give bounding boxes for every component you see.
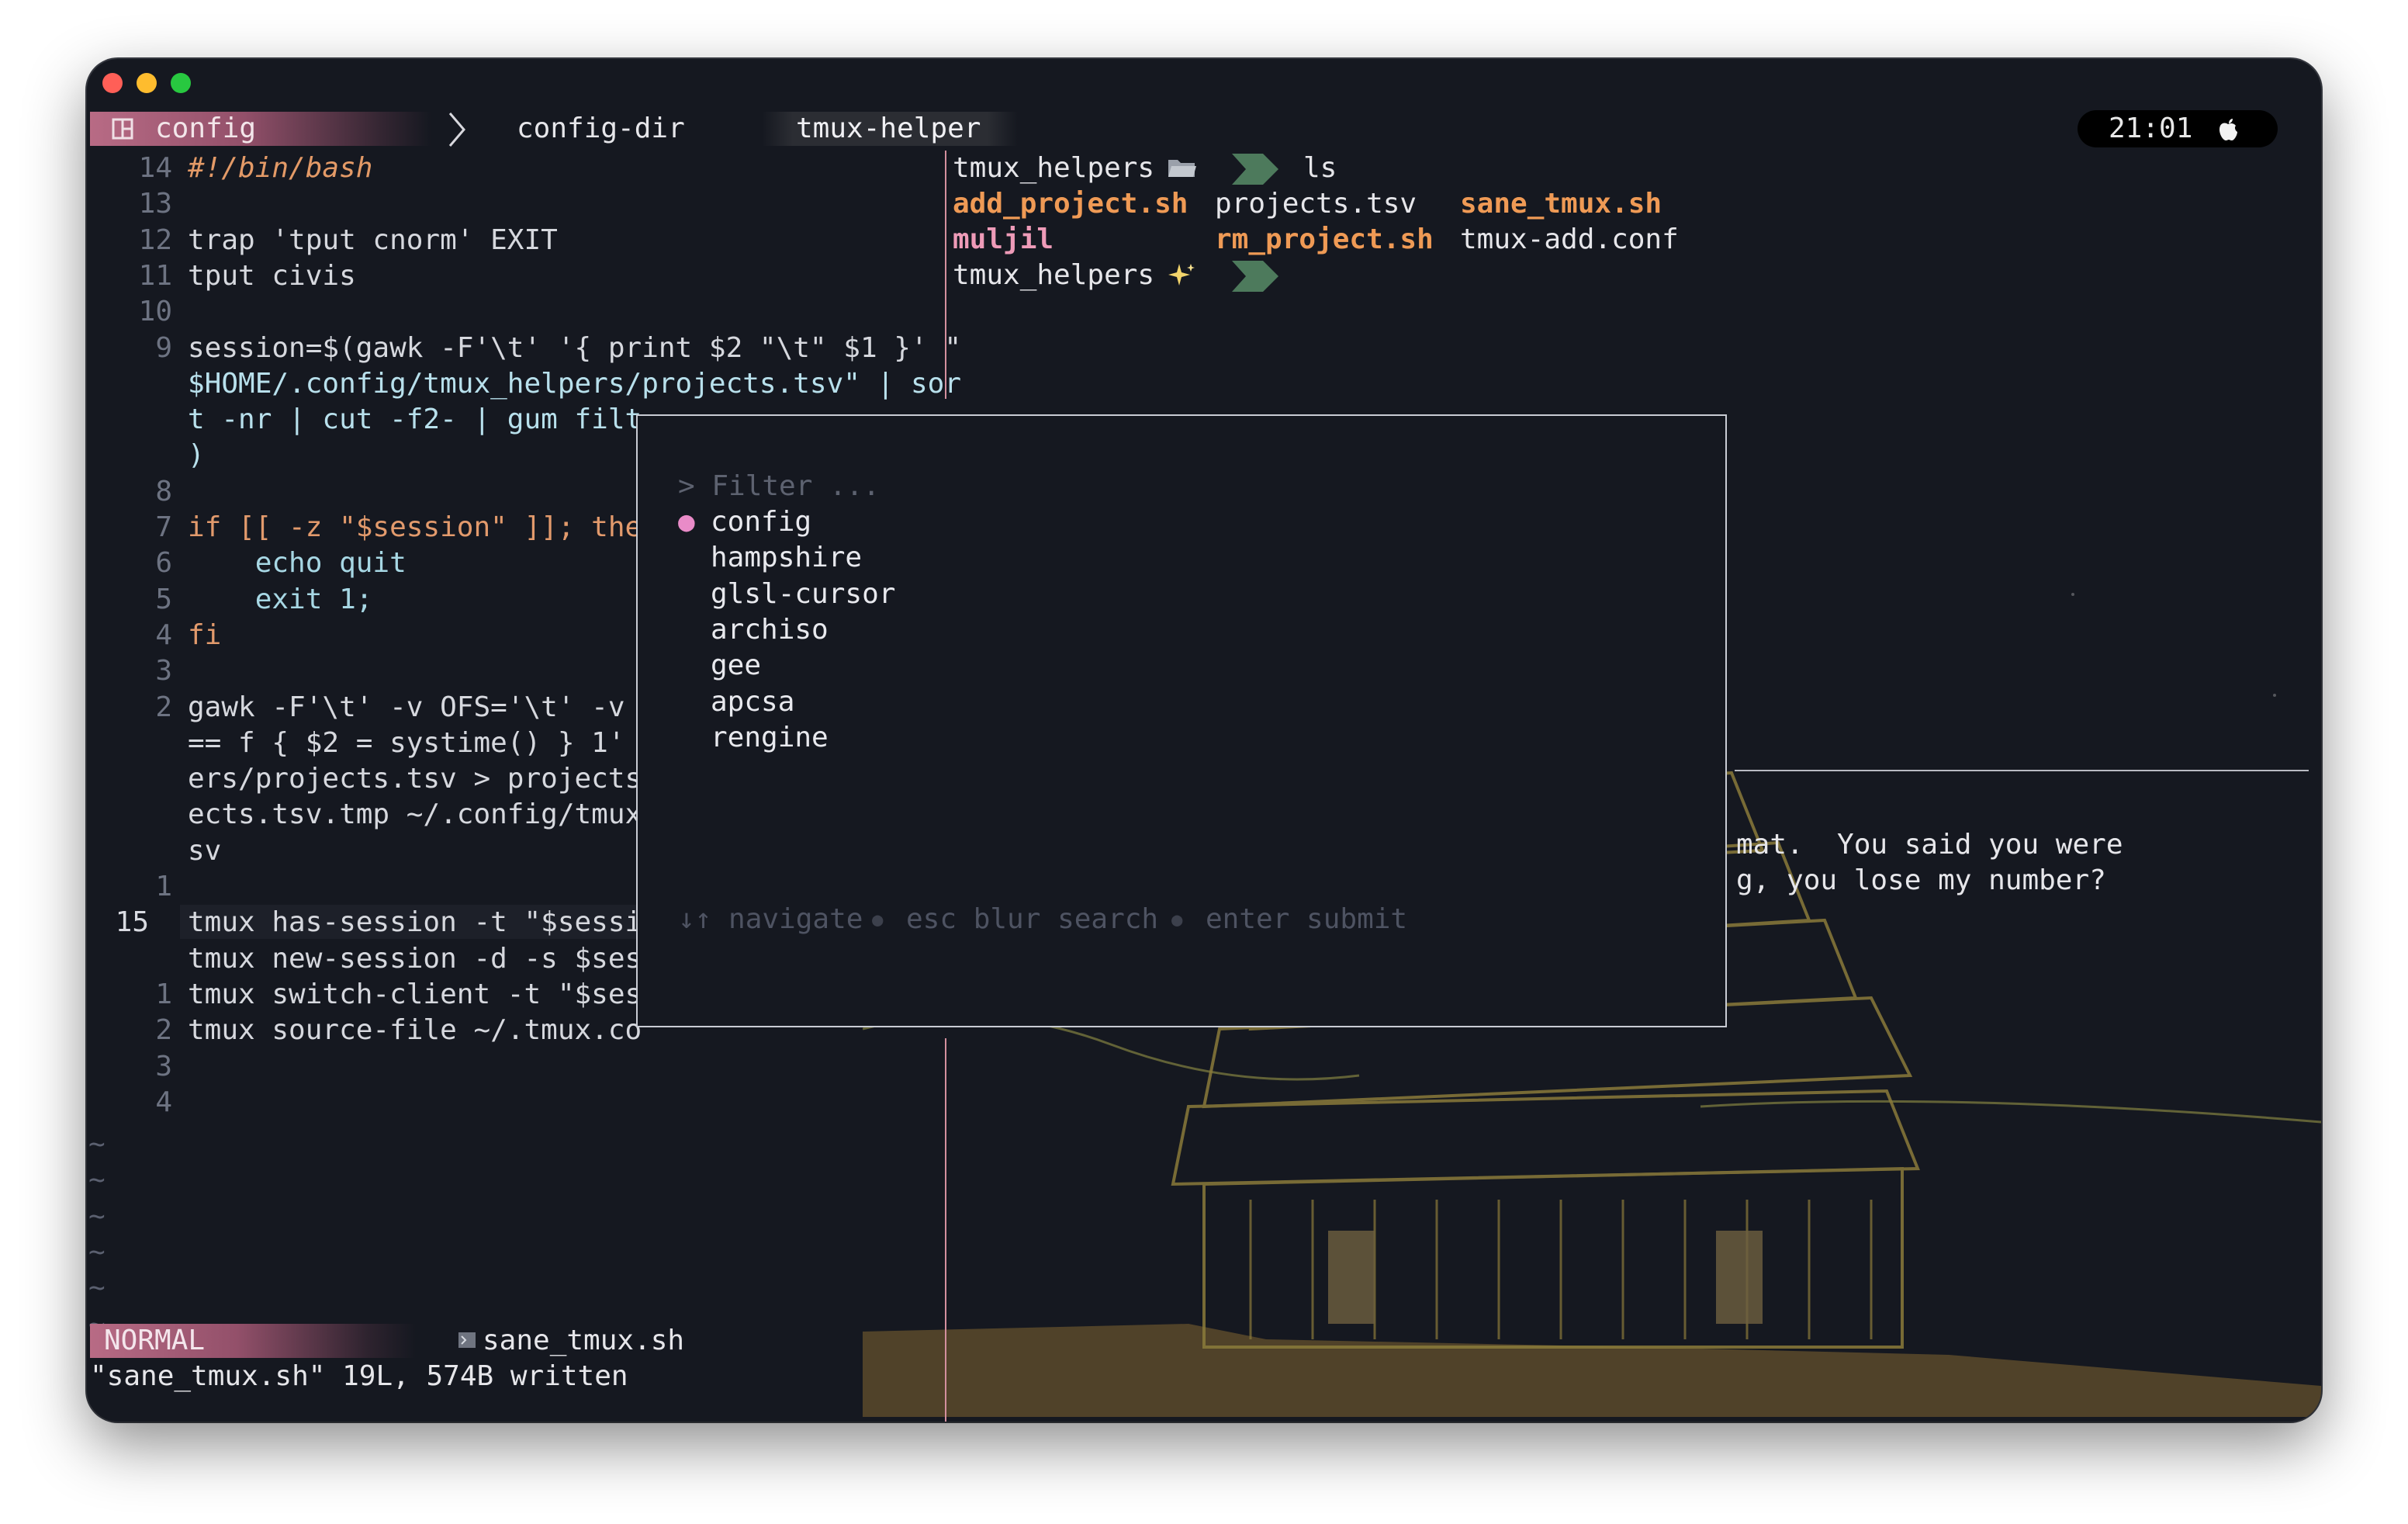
file-icon [458, 1332, 476, 1348]
code-line: tmux source-file ~/.tmux.co [188, 1014, 642, 1047]
file-projects-tsv: projects.tsv [1215, 188, 1417, 220]
line-number: 6 [155, 547, 172, 580]
code-line: tput civis [188, 259, 356, 292]
chat-line-1: mat. You said you were [1736, 829, 2123, 861]
prompt-dir-2: tmux_helpers [953, 259, 1155, 291]
line-number: 2 [155, 691, 172, 723]
pane-grid-icon [112, 118, 133, 140]
dir-muljil: muljil [953, 223, 1054, 255]
picker-item-apcsa[interactable]: apcsa [711, 684, 794, 720]
clock-time: 21:01 [2109, 113, 2193, 144]
line-number: 14 [138, 152, 172, 184]
tmux-window-tmux-helper: tmux-helper [796, 113, 981, 144]
line-number: 15 [115, 906, 149, 939]
prompt-arrow-icon-2 [1232, 261, 1278, 292]
pane-separator-bottom [945, 1038, 946, 1422]
code-line: tmux has-session -t "$sessi [188, 906, 642, 939]
code-line: == f { $2 = systime() } 1' [188, 726, 625, 759]
tmux-session-tab[interactable]: config [90, 112, 431, 146]
line-number: 7 [155, 511, 172, 543]
minimize-button[interactable] [137, 73, 157, 93]
chat-pane-divider [1735, 770, 2309, 771]
help-separator-1: ● [872, 909, 884, 930]
prompt-dir: tmux_helpers [953, 152, 1155, 184]
sparkles-icon [1168, 264, 1195, 286]
vim-mode: NORMAL [104, 1325, 206, 1356]
code-line: fi [188, 618, 222, 651]
apple-logo-icon [2219, 119, 2237, 140]
session-name: config [155, 113, 257, 144]
line-number: 3 [155, 655, 172, 688]
picker-item-gee[interactable]: gee [711, 648, 761, 684]
picker-item-hampshire[interactable]: hampshire [711, 540, 862, 576]
code-line: tmux new-session -d -s $ses [188, 942, 642, 975]
line-number: 1 [155, 871, 172, 902]
code-line: $HOME/.config/tmux_helpers/projects.tsv"… [188, 367, 961, 400]
terminal-window: config config-dir tmux-helper 21:01 14 #!… [87, 59, 2321, 1422]
empty-line-tilde: ~ [88, 1200, 106, 1232]
shell-pane[interactable]: tmux_helpers ls add_project.sh projects.… [953, 151, 2318, 383]
file-tmux-add-conf: tmux-add.conf [1460, 223, 1679, 255]
gum-filter-popup[interactable]: > Filter ... ● config hampshire glsl-curso… [636, 414, 1727, 1027]
pane-separator-top [945, 151, 946, 399]
code-line: tmux switch-client -t "$ses [188, 978, 642, 1010]
folder-icon [1168, 160, 1196, 177]
code-line: gawk -F'\t' -v OFS='\t' -v [188, 691, 625, 723]
line-number: 2 [155, 1014, 172, 1047]
vim-filename: sane_tmux.sh [483, 1325, 685, 1356]
picker-item-rengine[interactable]: rengine [711, 720, 829, 756]
code-line: exit 1; [188, 583, 373, 615]
line-number: 4 [155, 618, 172, 651]
vim-mode-indicator: NORMAL [90, 1324, 416, 1358]
zoom-button[interactable] [171, 73, 191, 93]
code-line: ects.tsv.tmp ~/.config/tmux [188, 798, 642, 831]
filter-input[interactable]: > Filter ... [678, 469, 880, 504]
code-line: t -nr | cut -f2- | gum filt [188, 404, 642, 436]
code-line: #!/bin/bash [188, 152, 373, 184]
line-number: 3 [155, 1050, 172, 1082]
file-sane-tmux: sane_tmux.sh [1460, 188, 1662, 220]
empty-line-tilde: ~ [88, 1236, 106, 1268]
selected-marker: ● [678, 506, 695, 538]
line-number: 9 [155, 331, 172, 364]
line-number: 10 [138, 296, 172, 328]
tmux-window-tab-active[interactable]: tmux-helper [762, 112, 1018, 146]
line-number: 4 [155, 1086, 172, 1118]
help-navigate: ↓↑ navigate [678, 903, 863, 935]
line-number: 13 [138, 188, 172, 220]
code-line: if [[ -z "$session" ]]; the [188, 511, 642, 543]
code-line: sv [188, 834, 222, 867]
shell-command: ls [1303, 152, 1337, 184]
prompt-arrow-icon [1232, 154, 1278, 185]
code-line: trap 'tput cnorm' EXIT [188, 223, 558, 256]
empty-line-tilde: ~ [88, 1164, 106, 1197]
chevron-right-icon [448, 113, 465, 147]
line-number: 11 [138, 259, 172, 292]
file-add-project: add_project.sh [953, 188, 1188, 220]
file-rm-project: rm_project.sh [1215, 223, 1434, 255]
picker-item-archiso[interactable]: archiso [711, 612, 829, 648]
code-line: echo quit [188, 547, 407, 580]
line-number: 1 [155, 978, 172, 1010]
line-number: 12 [138, 223, 172, 256]
picker-item-config[interactable]: config [711, 504, 811, 540]
chat-line-2: g, you lose my number? [1736, 864, 2106, 896]
code-line: session=$(gawk -F'\t' '{ print $2 "\t" $… [188, 331, 961, 364]
empty-line-tilde: ~ [88, 1272, 106, 1304]
help-submit: enter submit [1206, 903, 1408, 935]
vim-message: "sane_tmux.sh" 19L, 574B written [90, 1360, 628, 1392]
help-blur: esc blur search [906, 903, 1159, 935]
help-separator-2: ● [1171, 909, 1183, 930]
line-number: 8 [155, 475, 172, 507]
line-number: 5 [155, 583, 172, 615]
clock-pill: 21:01 [2078, 110, 2278, 147]
code-line: ers/projects.tsv > projects [188, 763, 642, 795]
picker-item-glsl-cursor[interactable]: glsl-cursor [711, 577, 895, 612]
empty-line-tilde: ~ [88, 1128, 106, 1161]
close-button[interactable] [102, 73, 123, 93]
code-line: ) [188, 439, 205, 472]
tmux-window-config-dir[interactable]: config-dir [517, 111, 685, 147]
